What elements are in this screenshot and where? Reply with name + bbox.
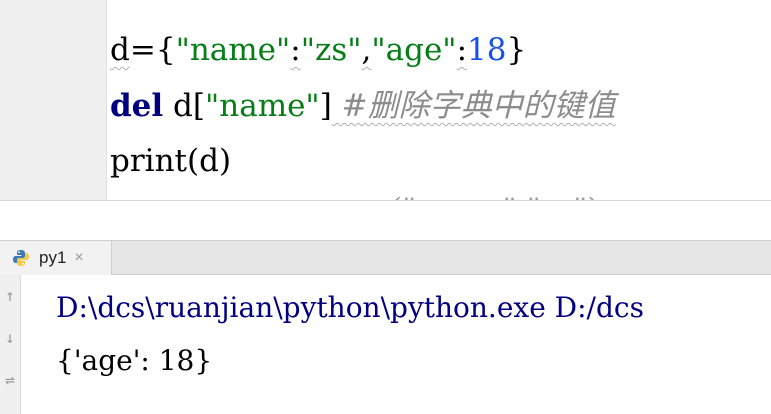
token-punct: , [361, 32, 372, 68]
run-toolbar: ↑ ↓ ⇌ [0, 275, 21, 414]
token-punct: ={ [129, 32, 176, 68]
code-editor[interactable]: d={"name":"zs","age":18} del d["name"] #… [0, 0, 771, 200]
token-punct: } [506, 32, 527, 68]
scroll-down-icon[interactable]: ↓ [0, 325, 20, 351]
token-number: 18 [467, 32, 507, 68]
close-icon[interactable]: × [74, 249, 83, 267]
token-punct: : [456, 32, 468, 68]
python-icon [12, 249, 30, 267]
token-var: d [110, 32, 130, 68]
token-string: "zs" [300, 32, 362, 68]
console-command-line[interactable]: D:\dcs\ruanjian\python\python.exe D:/dcs [56, 288, 644, 328]
code-area[interactable]: d={"name":"zs","age":18} del d["name"] #… [110, 0, 616, 200]
token-partial: ("name","zs") [390, 192, 600, 200]
code-line-1[interactable]: d={"name":"zs","age":18} [110, 30, 526, 70]
gutter-divider [106, 0, 107, 200]
token-call: print(d) [110, 143, 232, 179]
token-keyword: del [110, 88, 164, 124]
console-result-line: {'age': 18} [56, 344, 213, 377]
code-line-2[interactable]: del d["name"] #删除字典中的键值 [110, 86, 616, 126]
token-string: "age" [371, 32, 457, 68]
panel-splitter[interactable] [0, 200, 771, 241]
token-expr: d[ [163, 88, 205, 124]
token-string: "name" [204, 88, 320, 124]
run-panel: ↑ ↓ ⇌ D:\dcs\ruanjian\python\python.exe … [0, 275, 771, 414]
soft-wrap-icon[interactable]: ⇌ [0, 367, 20, 393]
run-tab-py1[interactable]: py1 × [0, 241, 112, 275]
token-expr: ] [319, 88, 332, 124]
console-output[interactable]: D:\dcs\ruanjian\python\python.exe D:/dcs… [56, 275, 644, 407]
line-gutter [0, 0, 106, 200]
code-line-4-partial: ("name","zs") [390, 190, 600, 200]
run-tab-label: py1 [39, 248, 67, 267]
token-comment: #删除字典中的键值 [331, 88, 616, 124]
token-string: "name" [175, 32, 291, 68]
scroll-up-icon[interactable]: ↑ [0, 283, 20, 309]
token-punct: : [290, 32, 301, 68]
run-tab-bar: py1 × [0, 240, 771, 275]
code-line-3[interactable]: print(d) [110, 141, 231, 181]
